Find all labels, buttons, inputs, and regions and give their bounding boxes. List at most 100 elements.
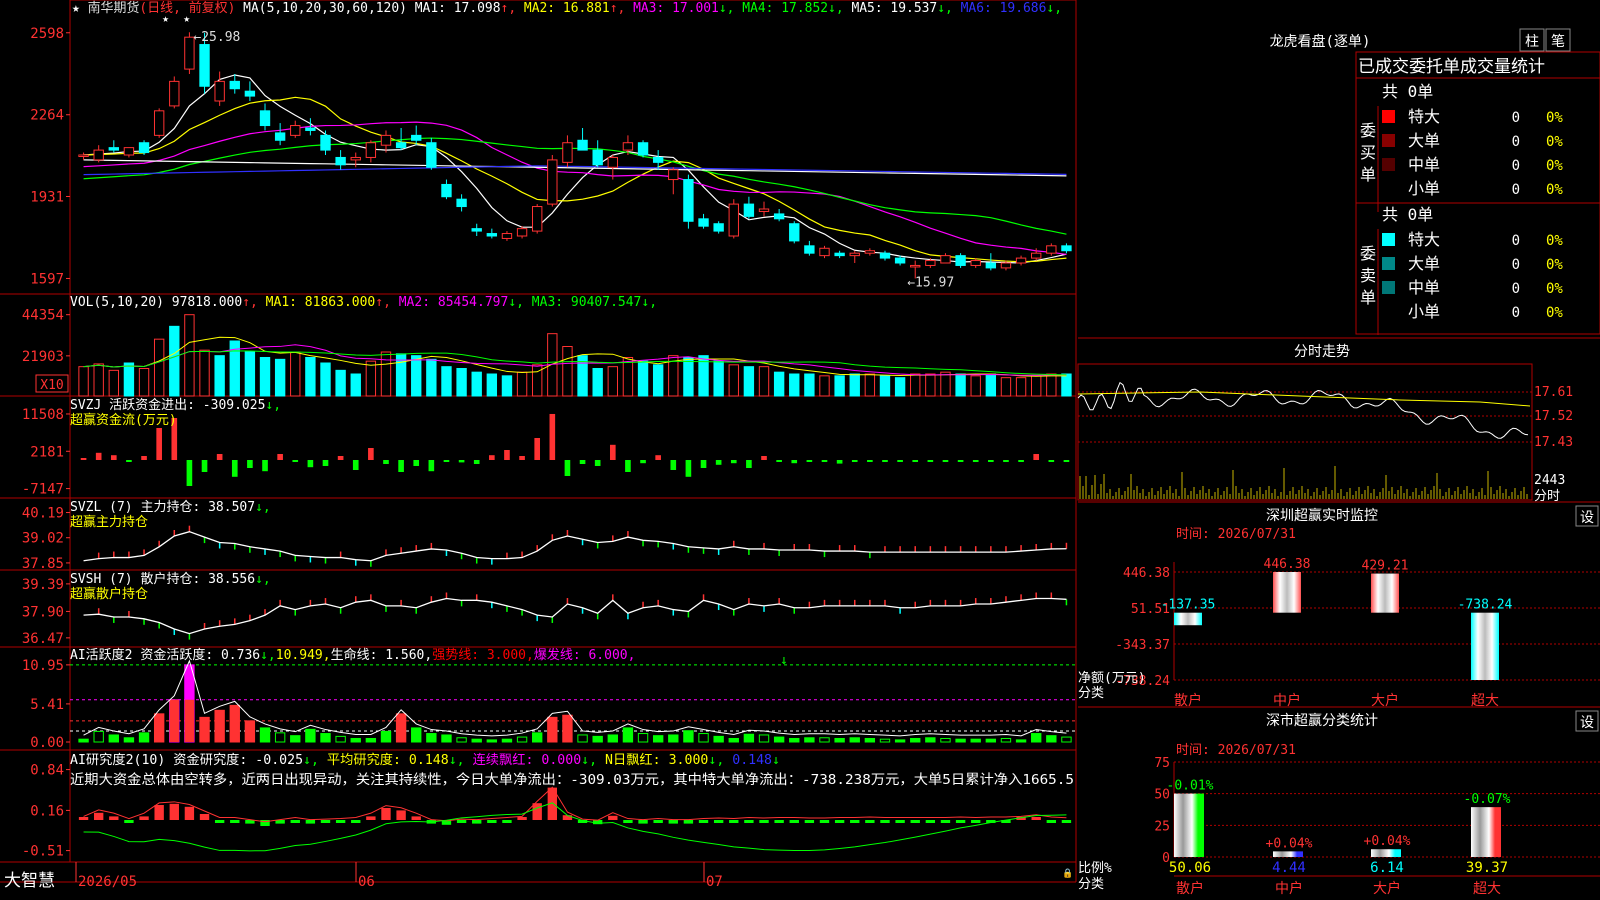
candle-body[interactable]: [1046, 245, 1057, 254]
ai1-bar[interactable]: [668, 734, 679, 743]
candle-body[interactable]: [1000, 262, 1012, 269]
volume-bar[interactable]: [350, 373, 361, 397]
volume-bar[interactable]: [93, 363, 104, 397]
svzj-bar[interactable]: [126, 460, 132, 462]
candle-body[interactable]: [1031, 252, 1042, 259]
ai2-bar[interactable]: [653, 820, 663, 823]
ai1-bar[interactable]: [1000, 737, 1012, 743]
svzj-bar[interactable]: [277, 454, 283, 460]
ai2-bar[interactable]: [109, 816, 119, 820]
volume-bar[interactable]: [970, 375, 981, 397]
fenlei-bar[interactable]: [1371, 849, 1401, 857]
svzj-bar[interactable]: [322, 460, 329, 466]
candle-body[interactable]: [668, 169, 679, 181]
volume-bar[interactable]: [184, 314, 195, 397]
ai1-bar[interactable]: [214, 709, 225, 743]
svzj-bar[interactable]: [519, 456, 525, 460]
ai1-bar[interactable]: [290, 735, 301, 743]
ai2-bar[interactable]: [668, 820, 678, 824]
ai2-bar[interactable]: [744, 820, 754, 823]
chart-canvas[interactable]: 2598226419311597←25.98←15.97★ ★ 443542190…: [0, 0, 1600, 900]
volume-bar[interactable]: [365, 360, 377, 397]
volume-bar[interactable]: [456, 368, 467, 397]
monitor-bar[interactable]: [1471, 612, 1499, 680]
ai2-bar[interactable]: [411, 816, 421, 820]
volume-bar[interactable]: [501, 375, 513, 397]
svzj-bar[interactable]: [428, 460, 435, 472]
svzj-bar[interactable]: [262, 460, 268, 472]
svzj-bar[interactable]: [912, 460, 919, 462]
candle-body[interactable]: [395, 142, 407, 149]
candle-body[interactable]: [592, 149, 603, 166]
candle-body[interactable]: [78, 154, 89, 157]
candle-body[interactable]: [910, 264, 921, 268]
svzj-bar[interactable]: [625, 460, 631, 472]
svzj-bar[interactable]: [579, 460, 586, 464]
ai2-bar[interactable]: [124, 820, 134, 823]
volume-bar[interactable]: [335, 369, 346, 397]
volume-bar[interactable]: [894, 377, 906, 397]
svzj-bar[interactable]: [110, 455, 117, 460]
ai1-bar[interactable]: [1061, 736, 1072, 743]
ai1-bar[interactable]: [894, 739, 906, 743]
svzj-bar[interactable]: [216, 454, 223, 460]
ai1-bar[interactable]: [426, 733, 437, 743]
candle-body[interactable]: [456, 198, 467, 208]
ai1-bar[interactable]: [395, 713, 407, 743]
ai1-bar[interactable]: [985, 738, 997, 743]
candle-body[interactable]: [169, 80, 180, 107]
candle-body[interactable]: [789, 223, 800, 242]
svzj-bar[interactable]: [141, 456, 147, 460]
candle-body[interactable]: [516, 228, 528, 237]
volume-bar[interactable]: [199, 349, 210, 397]
candle-body[interactable]: [879, 252, 891, 259]
ai2-bar[interactable]: [290, 820, 300, 823]
svzj-bar[interactable]: [897, 460, 903, 462]
ai2-bar[interactable]: [955, 820, 966, 823]
volume-bar[interactable]: [713, 360, 724, 397]
ai1-bar[interactable]: [743, 733, 755, 743]
ai1-bar[interactable]: [365, 737, 377, 743]
ai1-bar[interactable]: [320, 733, 331, 743]
ai1-bar[interactable]: [411, 727, 422, 743]
svzj-bar[interactable]: [413, 460, 420, 466]
ai1-bar[interactable]: [305, 728, 316, 743]
svzj-bar[interactable]: [882, 460, 888, 462]
ai2-bar[interactable]: [895, 820, 905, 823]
candle-body[interactable]: [562, 142, 573, 163]
svzj-bar[interactable]: [594, 460, 601, 466]
ai2-bar[interactable]: [1061, 820, 1072, 823]
ai1-bar[interactable]: [864, 737, 876, 743]
volume-bar[interactable]: [471, 371, 482, 397]
volume-bar[interactable]: [637, 360, 649, 397]
candle-body[interactable]: [290, 125, 301, 136]
svzj-bar[interactable]: [368, 448, 374, 460]
volume-bar[interactable]: [532, 364, 543, 397]
ai1-bar[interactable]: [532, 732, 543, 743]
ai1-bar[interactable]: [758, 734, 770, 743]
ai1-bar[interactable]: [244, 720, 256, 743]
ai1-bar[interactable]: [108, 734, 119, 743]
svzj-bar[interactable]: [247, 460, 253, 468]
ai2-bar[interactable]: [789, 820, 799, 823]
svzj-bar[interactable]: [564, 460, 571, 476]
candle-body[interactable]: [849, 252, 860, 257]
ai1-bar[interactable]: [1015, 739, 1027, 743]
ai1-bar[interactable]: [229, 704, 240, 743]
volume-bar[interactable]: [123, 362, 135, 397]
volume-bar[interactable]: [849, 373, 860, 397]
ai1-bar[interactable]: [380, 730, 392, 743]
svzj-bar[interactable]: [95, 452, 102, 460]
monitor-bar[interactable]: [1371, 573, 1399, 613]
svzj-bar[interactable]: [489, 455, 495, 460]
ai2-bar[interactable]: [623, 820, 633, 823]
ai1-bar[interactable]: [138, 732, 150, 743]
candle-body[interactable]: [894, 257, 906, 264]
ai1-bar[interactable]: [925, 737, 936, 743]
ai2-bar[interactable]: [759, 820, 769, 823]
candle-body[interactable]: [259, 110, 271, 127]
svzj-bar[interactable]: [791, 460, 798, 464]
svzj-bar[interactable]: [640, 460, 646, 464]
ai1-bar[interactable]: [940, 737, 951, 743]
ai2-bar[interactable]: [729, 820, 739, 823]
